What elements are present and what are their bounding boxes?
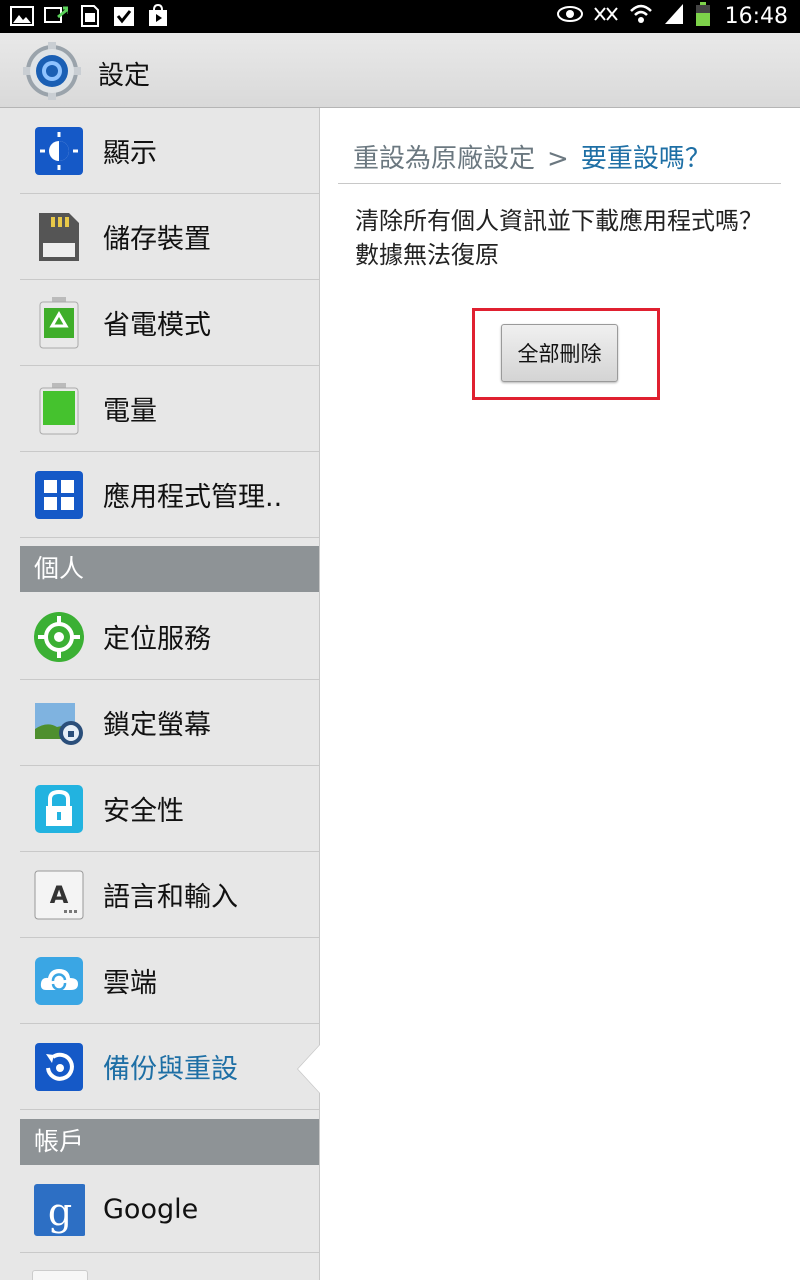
breadcrumb-parent[interactable]: 重設為原廠設定 [353, 144, 535, 174]
clock: 16:48 [724, 3, 788, 29]
storage-icon [33, 211, 85, 263]
power-saving-icon [33, 296, 85, 349]
sidebar-item-security[interactable]: 安全性 [20, 766, 319, 852]
system-icons: 16:48 [556, 1, 788, 31]
sidebar-item-label: 儲存裝置 [103, 224, 211, 255]
display-icon [33, 125, 85, 177]
sidebar-item-language-input[interactable]: A 語言和輸入 [20, 852, 319, 938]
status-bar: 16:48 [0, 0, 800, 33]
sidebar-item-cloud[interactable]: 雲端 [20, 938, 319, 1024]
reset-warning-text: 清除所有個人資訊並下載應用程式嗎？數據無法復原 [355, 207, 763, 269]
sidebar-item-label: 備份與重設 [103, 1054, 238, 1085]
breadcrumb: 重設為原廠設定 > 要重設嗎？ [353, 138, 711, 175]
sidebar-item-label: 鎖定螢幕 [103, 710, 211, 741]
detail-pane: 重設為原廠設定 > 要重設嗎？ 清除所有個人資訊並下載應用程式嗎？數據無法復原 全部… [320, 108, 800, 1280]
sidebar-item-google[interactable]: g Google [20, 1167, 319, 1253]
selection-indicator [298, 1045, 320, 1093]
lock-screen-icon [33, 697, 85, 749]
divider [338, 183, 781, 184]
action-bar: 設定 [0, 33, 800, 108]
next-item-icon [32, 1270, 88, 1280]
battery-icon [33, 382, 85, 435]
sidebar-item-backup-reset[interactable]: 備份與重設 [20, 1024, 319, 1110]
language-input-icon: A [33, 869, 85, 921]
google-icon: g [33, 1183, 85, 1236]
location-icon [33, 611, 85, 663]
app-manager-icon [33, 469, 85, 521]
breadcrumb-separator: > [547, 144, 569, 174]
settings-category-list: 顯示 儲存裝置 省電模式 電量 應用程式管理.. 個人 定位服務 鎖定螢幕 安全… [0, 108, 320, 1280]
play-store-icon [146, 4, 170, 28]
sidebar-item-label: 雲端 [103, 968, 157, 999]
screen-mirror-icon [44, 4, 68, 28]
sidebar-item-label: 定位服務 [103, 624, 211, 655]
checkbox-icon [112, 4, 136, 28]
sidebar-item-label: 電量 [103, 396, 157, 427]
sidebar-item-app-manager[interactable]: 應用程式管理.. [20, 452, 319, 538]
wifi-icon [629, 3, 653, 29]
gallery-icon [10, 4, 34, 28]
smart-stay-eye-icon [556, 5, 583, 27]
delete-all-button[interactable]: 全部刪除 [501, 324, 618, 382]
sim-icon [78, 4, 102, 28]
sidebar-item-label: 應用程式管理.. [103, 482, 283, 513]
sidebar-item-label: 安全性 [103, 796, 184, 827]
section-header-personal: 個人 [20, 546, 319, 592]
svg-text:A: A [50, 881, 69, 909]
sidebar-item-label: 省電模式 [103, 310, 211, 341]
settings-gear-icon[interactable] [22, 41, 82, 101]
signal-icon [663, 2, 685, 30]
sidebar-item-display[interactable]: 顯示 [20, 108, 319, 194]
security-lock-icon [33, 783, 85, 835]
cloud-sync-icon [33, 955, 85, 1007]
section-header-accounts: 帳戶 [20, 1119, 319, 1165]
backup-reset-icon [33, 1041, 85, 1093]
sidebar-item-location[interactable]: 定位服務 [20, 594, 319, 680]
page-title: 設定 [98, 61, 151, 91]
breadcrumb-current: 要重設嗎？ [580, 144, 711, 174]
sidebar-item-label: 語言和輸入 [103, 882, 238, 913]
svg-text:g: g [48, 1190, 72, 1234]
nfc-icon [593, 4, 619, 28]
sidebar-item-label: Google [103, 1194, 199, 1225]
sidebar-item-lock-screen[interactable]: 鎖定螢幕 [20, 680, 319, 766]
sidebar-item-battery[interactable]: 電量 [20, 366, 319, 452]
sidebar-item-storage[interactable]: 儲存裝置 [20, 194, 319, 280]
battery-icon [695, 1, 711, 31]
notification-icons [10, 4, 170, 28]
sidebar-item-power-saving[interactable]: 省電模式 [20, 280, 319, 366]
sidebar-item-label: 顯示 [103, 138, 157, 169]
